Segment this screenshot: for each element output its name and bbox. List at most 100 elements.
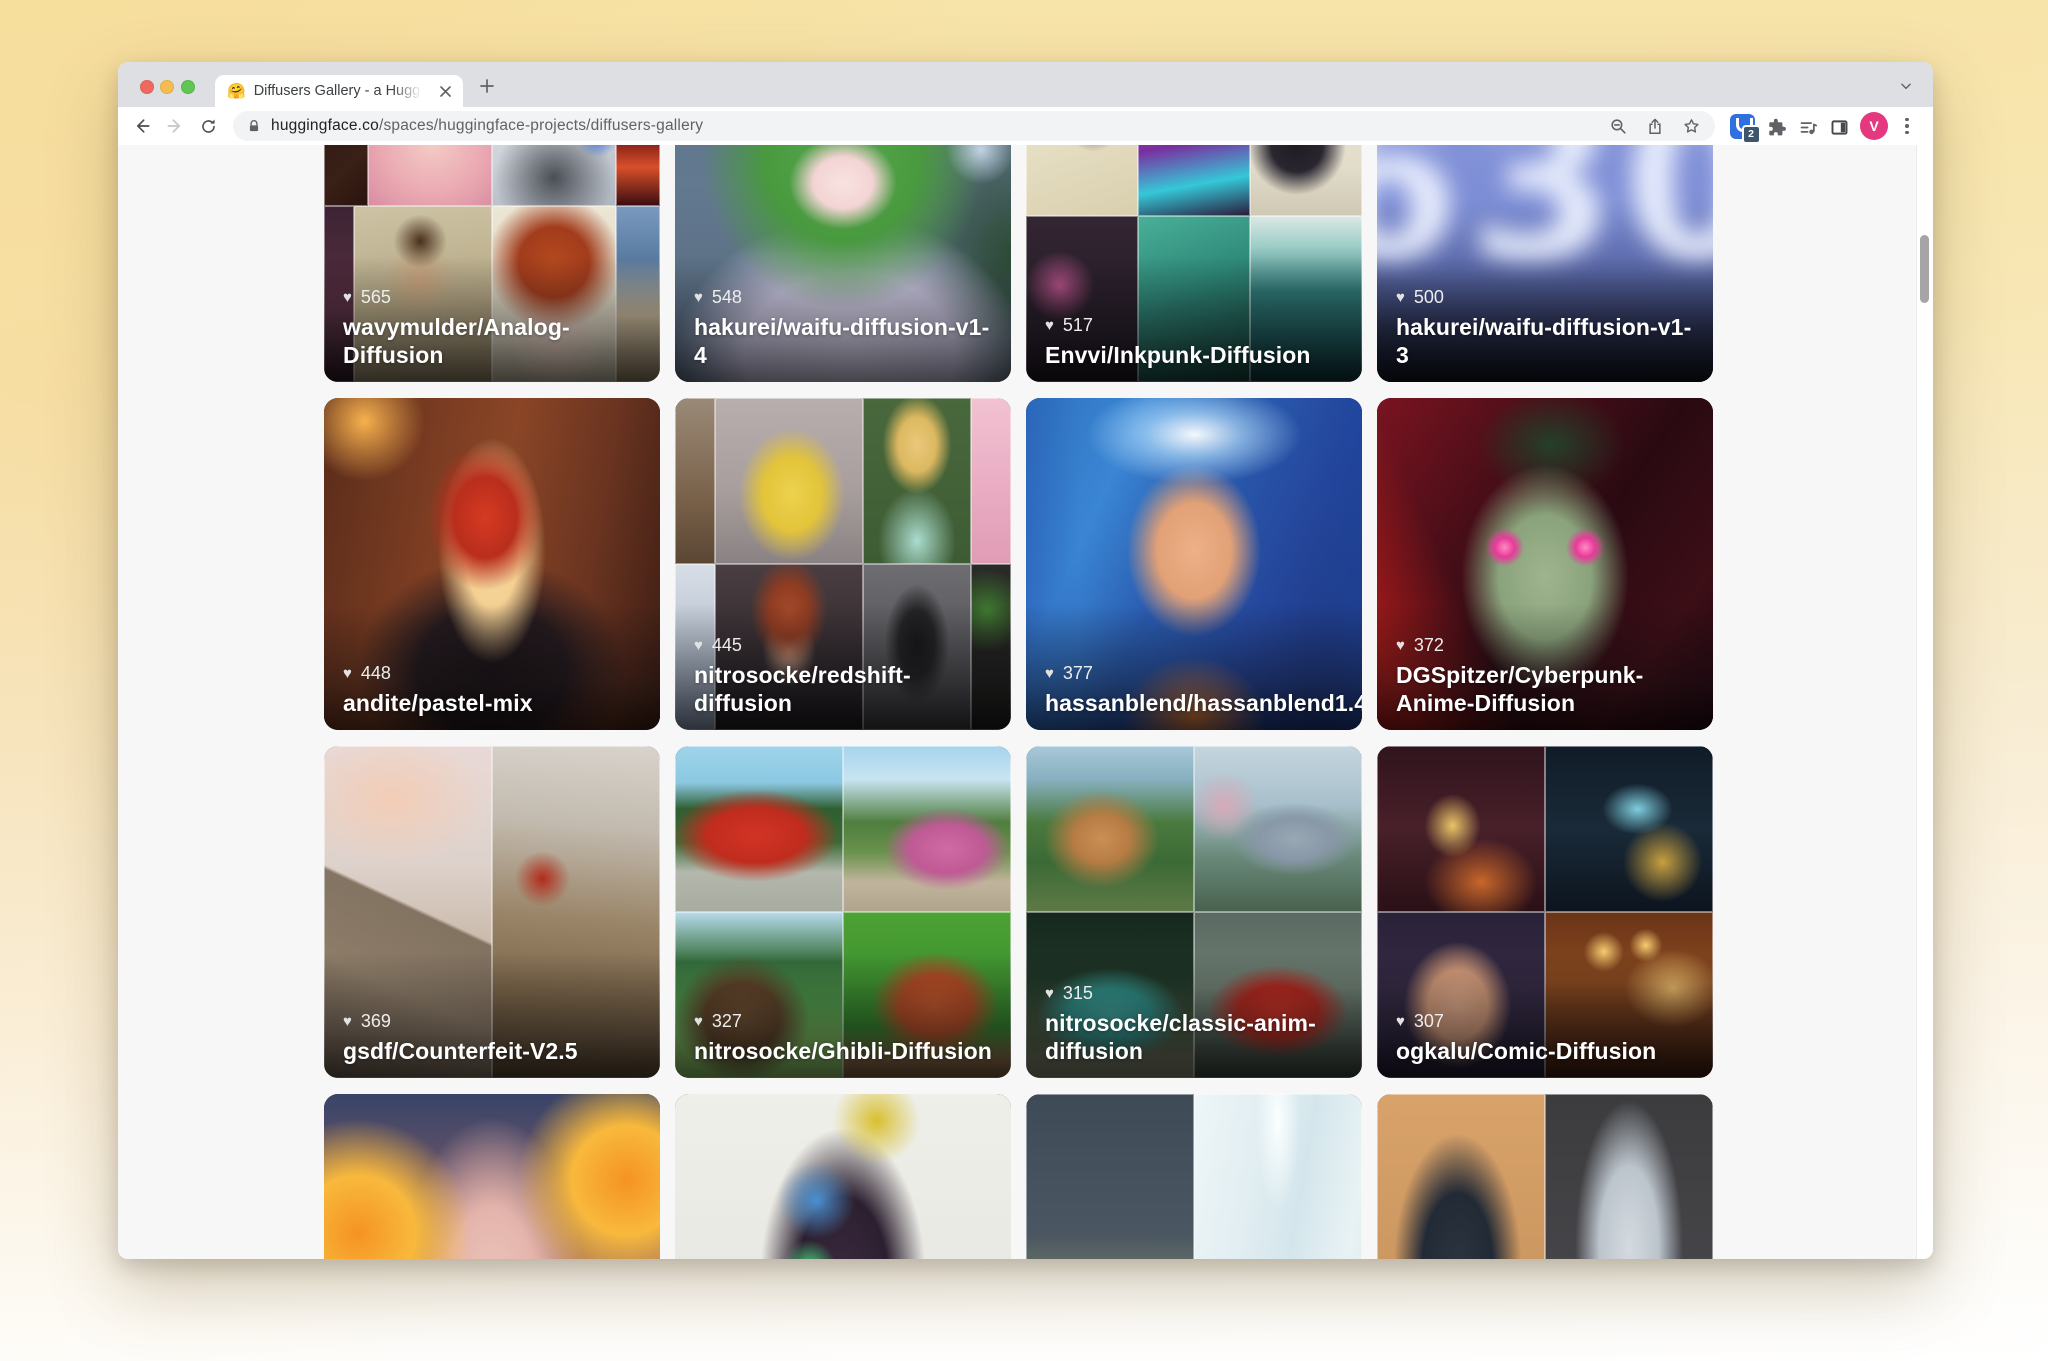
- minimize-window-button[interactable]: [160, 80, 174, 94]
- close-tab-icon[interactable]: [437, 83, 453, 99]
- like-count: 327: [712, 1011, 742, 1032]
- heart-icon: ♥: [1045, 666, 1054, 681]
- heart-icon: ♥: [343, 666, 352, 681]
- browser-tab[interactable]: 🤗 Diffusers Gallery - a Hugging F: [215, 75, 463, 107]
- browser-menu-icon[interactable]: [1899, 114, 1915, 138]
- card-meta: ♥ 448 andite/pastel-mix: [343, 663, 646, 717]
- heart-icon: ♥: [1045, 986, 1054, 1001]
- share-icon[interactable]: [1646, 117, 1664, 136]
- image-tile: [1194, 1094, 1362, 1259]
- browser-toolbar: huggingface.co/spaces/huggingface-projec…: [118, 107, 1933, 146]
- card-meta: ♥ 315 nitrosocke/classic-anim-diffusion: [1045, 983, 1348, 1065]
- profile-avatar[interactable]: V: [1860, 112, 1888, 140]
- heart-icon: ♥: [343, 1014, 352, 1029]
- heart-icon: ♥: [343, 290, 352, 305]
- model-card[interactable]: [1377, 1094, 1713, 1259]
- model-card[interactable]: ♥ 327 nitrosocke/Ghibli-Diffusion: [675, 746, 1011, 1078]
- image-tile: [1026, 1094, 1194, 1259]
- model-preview-image: [675, 1094, 1011, 1259]
- likes-row: ♥ 315: [1045, 983, 1348, 1004]
- model-card[interactable]: [1026, 1094, 1362, 1259]
- model-name: Envvi/Inkpunk-Diffusion: [1045, 341, 1348, 369]
- card-meta: ♥445 nitrosocke/redshift-diffusion: [694, 635, 997, 717]
- model-card[interactable]: [675, 1094, 1011, 1259]
- fullscreen-window-button[interactable]: [181, 80, 195, 94]
- like-count: 517: [1063, 315, 1093, 336]
- model-card[interactable]: ♥548 hakurei/waifu-diffusion-v1-4: [675, 145, 1011, 382]
- like-count: 369: [361, 1011, 391, 1032]
- like-count: 372: [1414, 635, 1444, 656]
- address-bar[interactable]: huggingface.co/spaces/huggingface-projec…: [233, 111, 1715, 141]
- media-controls-icon[interactable]: [1795, 114, 1821, 140]
- likes-row: ♥565: [343, 287, 646, 308]
- image-tile: [675, 1094, 1011, 1259]
- model-name: ogkalu/Comic-Diffusion: [1396, 1037, 1699, 1065]
- card-meta: ♥ 372 DGSpitzer/Cyberpunk-Anime-Diffusion: [1396, 635, 1699, 717]
- model-card[interactable]: ♥377 hassanblend/hassanblend1.4: [1026, 398, 1362, 730]
- model-card[interactable]: ♥565wavymulder/Analog-Diffusion: [324, 145, 660, 382]
- likes-row: ♥445: [694, 635, 997, 656]
- browser-window: 🤗 Diffusers Gallery - a Hugging F: [118, 62, 1933, 1259]
- model-name: nitrosocke/Ghibli-Diffusion: [694, 1037, 997, 1065]
- likes-row: ♥ 327: [694, 1011, 997, 1032]
- reload-button[interactable]: [196, 114, 220, 138]
- model-card[interactable]: ♥ 372 DGSpitzer/Cyberpunk-Anime-Diffusion: [1377, 398, 1713, 730]
- model-name: nitrosocke/redshift-diffusion: [694, 661, 997, 717]
- scrollbar-thumb[interactable]: [1920, 235, 1929, 303]
- model-card[interactable]: [324, 1094, 660, 1259]
- desktop: 🤗 Diffusers Gallery - a Hugging F: [0, 0, 2048, 1361]
- model-card[interactable]: ♥307ogkalu/Comic-Diffusion: [1377, 746, 1713, 1078]
- model-grid: ♥565wavymulder/Analog-Diffusion ♥548 hakur…: [324, 145, 1713, 1259]
- lock-icon: [247, 119, 261, 134]
- extension-badge: 2: [1742, 125, 1761, 144]
- likes-row: ♥377: [1045, 663, 1348, 684]
- model-card[interactable]: ♥ 517 Envvi/Inkpunk-Diffusion: [1026, 145, 1362, 382]
- card-meta: ♥307ogkalu/Comic-Diffusion: [1396, 1011, 1699, 1065]
- model-preview-image: [324, 1094, 660, 1259]
- password-manager-extension-icon[interactable]: 2: [1729, 113, 1755, 139]
- back-button[interactable]: [130, 114, 154, 138]
- model-name: andite/pastel-mix: [343, 689, 646, 717]
- chevron-down-icon[interactable]: [1896, 76, 1916, 96]
- model-card[interactable]: ♥445 nitrosocke/redshift-diffusion: [675, 398, 1011, 730]
- heart-icon: ♥: [1396, 290, 1405, 305]
- like-count: 448: [361, 663, 391, 684]
- card-meta: ♥ 517 Envvi/Inkpunk-Diffusion: [1045, 315, 1348, 369]
- sidebar-toggle-icon[interactable]: [1826, 114, 1852, 140]
- image-tile: [324, 1094, 660, 1259]
- model-card[interactable]: ♥ 315 nitrosocke/classic-anim-diffusion: [1026, 746, 1362, 1078]
- model-name: hassanblend/hassanblend1.4: [1045, 689, 1348, 717]
- hugging-face-favicon: 🤗: [227, 84, 246, 99]
- close-window-button[interactable]: [140, 80, 154, 94]
- model-preview-image: [1026, 1094, 1362, 1259]
- heart-icon: ♥: [694, 638, 703, 653]
- model-card[interactable]: ♥ 369 gsdf/Counterfeit-V2.5: [324, 746, 660, 1078]
- model-name: hakurei/waifu-diffusion-v1-3: [1396, 313, 1699, 369]
- model-card[interactable]: ♥ 448 andite/pastel-mix: [324, 398, 660, 730]
- scrollbar-track[interactable]: [1916, 145, 1933, 1259]
- model-name: DGSpitzer/Cyberpunk-Anime-Diffusion: [1396, 661, 1699, 717]
- like-count: 315: [1063, 983, 1093, 1004]
- forward-button[interactable]: [163, 114, 187, 138]
- model-name: gsdf/Counterfeit-V2.5: [343, 1037, 646, 1065]
- url-text: huggingface.co/spaces/huggingface-projec…: [271, 117, 703, 135]
- bookmark-star-icon[interactable]: [1682, 117, 1701, 136]
- tab-title: Diffusers Gallery - a Hugging F: [254, 83, 422, 99]
- model-name: hakurei/waifu-diffusion-v1-4: [694, 313, 997, 369]
- zoom-icon[interactable]: [1609, 117, 1628, 136]
- card-meta: ♥ 369 gsdf/Counterfeit-V2.5: [343, 1011, 646, 1065]
- heart-icon: ♥: [694, 1014, 703, 1029]
- extensions-puzzle-icon[interactable]: [1763, 114, 1789, 140]
- likes-row: ♥ 500: [1396, 287, 1699, 308]
- heart-icon: ♥: [1045, 318, 1054, 333]
- tab-strip: 🤗 Diffusers Gallery - a Hugging F: [118, 62, 1933, 107]
- new-tab-button[interactable]: [475, 74, 499, 98]
- model-name: nitrosocke/classic-anim-diffusion: [1045, 1009, 1348, 1065]
- model-card[interactable]: 630♥500hakurei/waifu-diffusion-v1-3: [1377, 145, 1713, 382]
- image-tile: [1545, 1094, 1713, 1259]
- likes-row: ♥548: [694, 287, 997, 308]
- heart-icon: ♥: [1396, 638, 1405, 653]
- like-count: 500: [1414, 287, 1444, 308]
- model-preview-image: [1377, 1094, 1713, 1259]
- heart-icon: ♥: [1396, 1014, 1405, 1029]
